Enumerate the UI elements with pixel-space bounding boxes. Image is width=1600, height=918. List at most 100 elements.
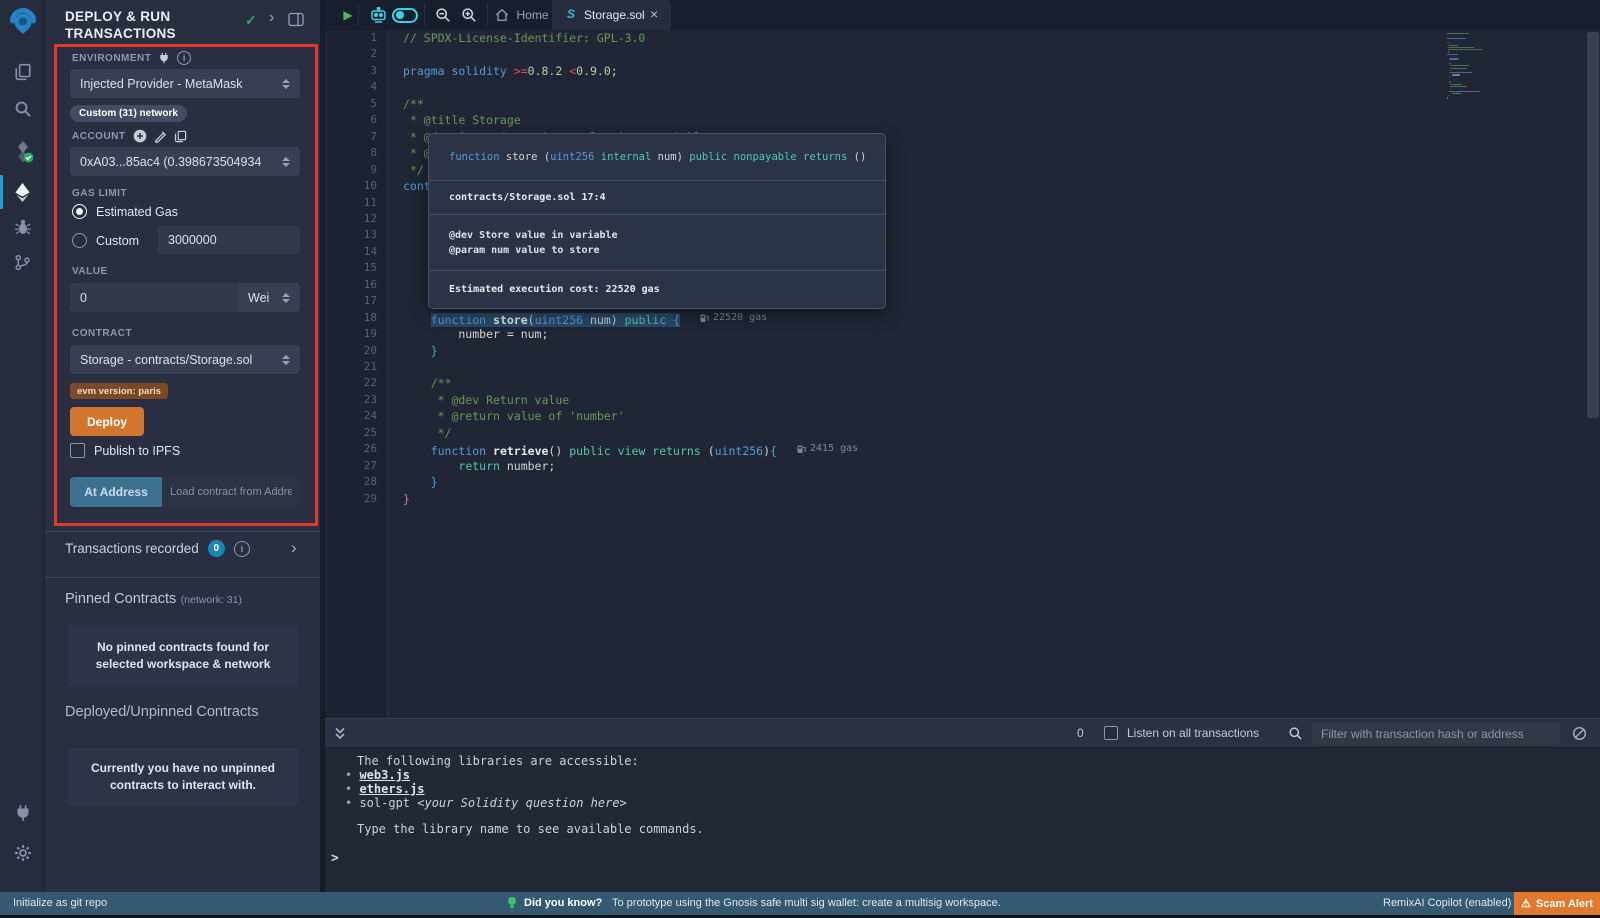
tooltip-docs: @dev Store value in variable @param num … bbox=[429, 214, 885, 270]
tab-home[interactable]: Home bbox=[492, 0, 552, 30]
radio-selected-icon[interactable] bbox=[72, 204, 87, 219]
terminal-library-item[interactable]: • ethers.js bbox=[345, 782, 424, 796]
code-line: // SPDX-License-Identifier: GPL-3.0 bbox=[403, 30, 645, 46]
line-number: 29 bbox=[337, 491, 377, 507]
publish-ipfs-option[interactable]: Publish to IPFS bbox=[70, 443, 180, 458]
value-unit-select[interactable]: Wei bbox=[238, 283, 300, 312]
listen-label[interactable]: Listen on all transactions bbox=[1127, 726, 1259, 740]
transaction-filter-input[interactable] bbox=[1312, 722, 1560, 746]
select-stepper-icon bbox=[282, 157, 290, 167]
search-icon[interactable] bbox=[0, 92, 45, 126]
minimap-line bbox=[1448, 51, 1449, 52]
zoom-in-icon[interactable] bbox=[455, 0, 483, 30]
line-number: 18 bbox=[337, 310, 377, 326]
divider bbox=[358, 4, 359, 26]
copy-account-icon[interactable] bbox=[174, 130, 187, 143]
zoom-out-icon[interactable] bbox=[429, 0, 457, 30]
value-label: VALUE bbox=[72, 266, 108, 277]
gas-estimated-option[interactable]: Estimated Gas bbox=[72, 204, 178, 219]
minimap-line bbox=[1447, 33, 1469, 34]
at-address-input[interactable] bbox=[162, 477, 300, 507]
git-init-status[interactable]: Initialize as git repo bbox=[13, 897, 107, 909]
transactions-expand-icon[interactable]: › bbox=[291, 538, 297, 558]
run-script-chevron-icon[interactable]: › bbox=[269, 9, 274, 27]
editor-minimap[interactable] bbox=[1447, 33, 1547, 153]
solidity-compiler-icon[interactable] bbox=[0, 135, 45, 169]
add-account-icon[interactable] bbox=[133, 129, 147, 143]
line-number: 9 bbox=[337, 162, 377, 178]
minimap-line bbox=[1447, 42, 1449, 43]
deployed-contracts-title: Deployed/Unpinned Contracts bbox=[65, 704, 258, 720]
code-line: * @dev Return value bbox=[403, 392, 576, 408]
environment-info-icon[interactable]: i bbox=[177, 51, 191, 65]
function-hover-tooltip: function store (uint256 internal num) pu… bbox=[428, 133, 886, 309]
remix-ide: DEPLOY & RUN TRANSACTIONS ✓ › ENVIRONMEN… bbox=[0, 0, 1600, 918]
scam-alert-button[interactable]: ⚠ Scam Alert bbox=[1514, 892, 1600, 915]
terminal-output-line: Type the library name to see available c… bbox=[357, 822, 704, 836]
line-number: 12 bbox=[337, 211, 377, 227]
file-explorer-icon[interactable] bbox=[0, 55, 45, 89]
radio-unselected-icon[interactable] bbox=[72, 233, 87, 248]
did-you-know-label: Did you know? bbox=[524, 897, 602, 909]
value-field[interactable] bbox=[70, 283, 238, 312]
terminal-search-icon[interactable] bbox=[1288, 726, 1303, 741]
line-number: 13 bbox=[337, 227, 377, 243]
debugger-icon[interactable] bbox=[0, 210, 45, 244]
line-number: 19 bbox=[337, 326, 377, 342]
at-address-button[interactable]: At Address bbox=[70, 477, 162, 507]
tab-storage-sol[interactable]: S Storage.sol × bbox=[552, 0, 670, 30]
expand-terminal-icon[interactable] bbox=[333, 726, 347, 741]
code-editor[interactable]: 1234567891011121314151617181920212223242… bbox=[325, 30, 1600, 718]
sign-message-icon[interactable] bbox=[154, 130, 167, 143]
remix-logo-icon[interactable] bbox=[0, 6, 45, 40]
git-icon[interactable] bbox=[0, 245, 45, 279]
plugin-manager-icon[interactable] bbox=[0, 796, 45, 830]
code-line: pragma solidity >=0.8.2 <0.9.0; bbox=[403, 63, 618, 79]
account-select[interactable]: 0xA03...85ac4 (0.398673504934 bbox=[70, 147, 300, 176]
code-line: /** bbox=[403, 375, 451, 391]
code-line: */ bbox=[403, 425, 451, 441]
gas-custom-option[interactable]: Custom bbox=[72, 233, 139, 248]
transactions-info-icon[interactable]: i bbox=[234, 541, 250, 557]
contract-select[interactable]: Storage - contracts/Storage.sol bbox=[70, 345, 300, 374]
code-line: function store(uint256 num) public {2252… bbox=[403, 310, 767, 326]
plug-icon[interactable] bbox=[158, 52, 170, 64]
deploy-run-icon[interactable] bbox=[0, 175, 45, 209]
minimap-line bbox=[1449, 81, 1451, 82]
minimap-line bbox=[1450, 65, 1469, 66]
value-input[interactable] bbox=[80, 291, 228, 305]
minimap-line bbox=[1449, 58, 1458, 59]
copilot-toggle[interactable] bbox=[387, 0, 423, 30]
checkbox-icon[interactable] bbox=[70, 443, 85, 458]
gas-custom-field[interactable] bbox=[158, 226, 300, 254]
code-line: return number; bbox=[403, 458, 555, 474]
gas-custom-input[interactable] bbox=[168, 233, 290, 247]
gas-limit-label: GAS LIMIT bbox=[72, 188, 127, 199]
close-tab-icon[interactable]: × bbox=[650, 6, 658, 22]
deploy-button[interactable]: Deploy bbox=[70, 407, 144, 436]
minimap-line bbox=[1448, 49, 1483, 50]
minimap-line bbox=[1450, 68, 1467, 69]
terminal-library-item[interactable]: • web3.js bbox=[345, 768, 410, 782]
tip-text: To prototype using the Gnosis safe multi… bbox=[612, 897, 1001, 909]
editor-scrollbar[interactable] bbox=[1587, 32, 1599, 418]
minimap-line bbox=[1447, 97, 1448, 98]
environment-select[interactable]: Injected Provider - MetaMask bbox=[70, 69, 300, 98]
terminal-console[interactable]: The following libraries are accessible:•… bbox=[325, 748, 1600, 892]
terminal-prompt[interactable]: > bbox=[331, 851, 339, 866]
panel-title: DEPLOY & RUN TRANSACTIONS bbox=[65, 8, 176, 42]
clear-console-icon[interactable] bbox=[1572, 726, 1587, 741]
terminal-library-item[interactable]: • sol-gpt <your Solidity question here> bbox=[345, 796, 627, 810]
line-number: 1 bbox=[337, 30, 377, 46]
line-number: 24 bbox=[337, 408, 377, 424]
lightbulb-icon bbox=[506, 896, 518, 910]
minimap-line bbox=[1449, 72, 1471, 73]
toggle-on-icon[interactable] bbox=[392, 8, 418, 23]
copilot-status[interactable]: RemixAI Copilot (enabled) bbox=[1383, 897, 1511, 909]
minimap-line bbox=[1452, 93, 1461, 94]
pin-panel-icon[interactable] bbox=[288, 12, 304, 27]
line-number: 21 bbox=[337, 359, 377, 375]
settings-gear-icon[interactable] bbox=[0, 836, 45, 870]
listen-checkbox[interactable] bbox=[1104, 726, 1118, 740]
home-icon bbox=[495, 8, 509, 22]
